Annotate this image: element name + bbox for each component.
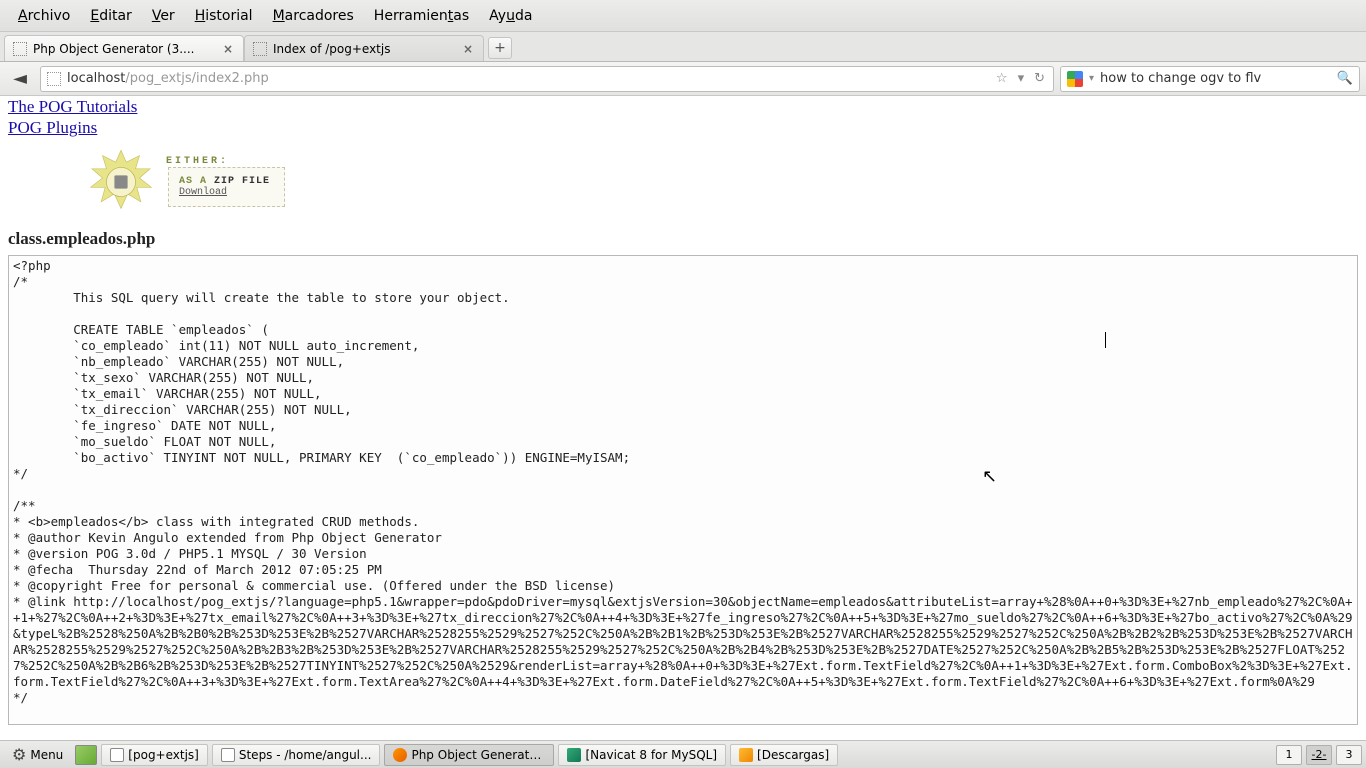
link-plugins[interactable]: POG Plugins [8,117,1358,138]
workspace-1[interactable]: 1 [1276,745,1302,765]
tab-title: Index of /pog+extjs [273,42,455,56]
taskbar: ⚙ Menu [pog+extjs] Steps - /home/angul..… [0,740,1366,768]
menubar: Archivo Editar Ver Historial Marcadores … [0,0,1366,32]
either-label: EITHER: [166,156,285,167]
show-desktop-button[interactable] [75,745,97,765]
file-manager-icon [110,748,124,762]
site-identity-icon[interactable] [47,72,61,86]
task-php-object-generator[interactable]: Php Object Generato... [384,744,554,766]
downloads-icon [739,748,753,762]
menu-editar[interactable]: Editar [80,4,141,28]
text-editor-icon [221,748,235,762]
menu-marcadores[interactable]: Marcadores [263,4,364,28]
top-links: The POG Tutorials POG Plugins [8,96,1358,139]
task-pog-extjs[interactable]: [pog+extjs] [101,744,208,766]
download-link[interactable]: Download [179,187,227,198]
search-engine-dropdown-icon[interactable]: ▾ [1089,73,1094,84]
workspace-3[interactable]: 3 [1336,745,1362,765]
task-label: Steps - /home/angul... [239,748,372,762]
workspace-2[interactable]: -2- [1306,745,1332,765]
start-menu-button[interactable]: ⚙ Menu [4,743,71,766]
close-icon[interactable]: × [461,42,475,56]
task-label: [Descargas] [757,748,829,762]
task-steps[interactable]: Steps - /home/angul... [212,744,381,766]
search-icon[interactable]: 🔍 [1337,71,1353,86]
class-file-title: class.empleados.php [8,229,1358,249]
new-tab-button[interactable]: + [488,37,512,59]
close-icon[interactable]: × [221,42,235,56]
url-text: localhost/pog_extjs/index2.php [67,71,988,86]
mouse-pointer-icon: ↖ [982,466,997,487]
text-cursor-icon [1105,332,1106,348]
firefox-icon [393,748,407,762]
gear-badge-icon [88,149,154,215]
tabbar: Php Object Generator (3.... × Index of /… [0,32,1366,62]
menu-label: Menu [30,748,63,762]
bookmark-star-icon[interactable]: ☆ [994,71,1010,86]
zip-file-label: ZIP FILE [214,176,270,187]
task-label: Php Object Generato... [411,748,545,762]
navbar: ◄ localhost/pog_extjs/index2.php ☆ ▾ ↻ ▾… [0,62,1366,96]
google-icon[interactable] [1067,71,1083,87]
page-content: The POG Tutorials POG Plugins EITHER: AS… [0,96,1366,740]
search-text: how to change ogv to flv [1100,71,1331,86]
tab-title: Php Object Generator (3.... [33,42,215,56]
navicat-icon [567,748,581,762]
task-navicat[interactable]: [Navicat 8 for MySQL] [558,744,726,766]
menu-historial[interactable]: Historial [185,4,263,28]
code-textarea[interactable]: <?php /* This SQL query will create the … [8,255,1358,725]
menu-ver[interactable]: Ver [142,4,185,28]
as-a-label: AS A [179,176,214,187]
tab-pog[interactable]: Php Object Generator (3.... × [4,35,244,61]
tab-index[interactable]: Index of /pog+extjs × [244,35,484,61]
gear-icon: ⚙ [12,745,26,764]
link-tutorials[interactable]: The POG Tutorials [8,96,1358,117]
url-bar[interactable]: localhost/pog_extjs/index2.php ☆ ▾ ↻ [40,66,1054,92]
favicon-icon [13,42,27,56]
menu-archivo[interactable]: Archivo [8,4,80,28]
task-label: [Navicat 8 for MySQL] [585,748,717,762]
search-bar[interactable]: ▾ how to change ogv to flv 🔍 [1060,66,1360,92]
history-dropdown-icon[interactable]: ▾ [1016,71,1027,86]
reload-icon[interactable]: ↻ [1032,71,1047,86]
zip-download-box: AS A ZIP FILE Download [168,167,285,207]
menu-ayuda[interactable]: Ayuda [479,4,542,28]
task-label: [pog+extjs] [128,748,199,762]
favicon-icon [253,42,267,56]
menu-herramientas[interactable]: Herramientas [364,4,479,28]
download-box: EITHER: AS A ZIP FILE Download [8,149,1358,215]
back-button[interactable]: ◄ [6,66,34,92]
task-descargas[interactable]: [Descargas] [730,744,838,766]
